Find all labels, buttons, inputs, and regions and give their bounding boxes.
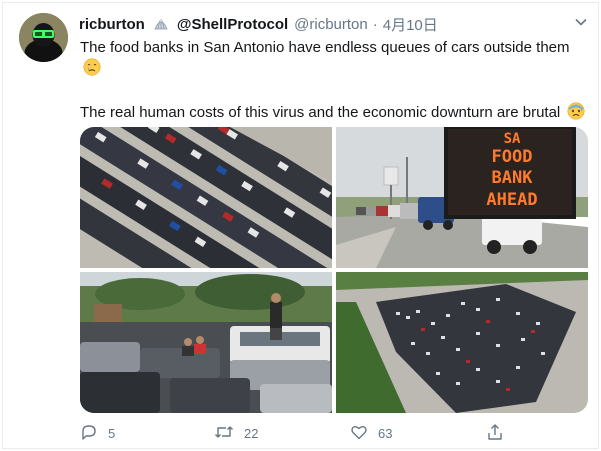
heart-icon	[350, 423, 378, 444]
like-button[interactable]: 63	[350, 423, 392, 444]
shell-icon	[153, 16, 169, 32]
secondary-name[interactable]: @ShellProtocol	[177, 16, 288, 33]
share-button[interactable]	[486, 423, 514, 444]
sign-line-3: BANK	[492, 168, 534, 188]
tweet-header: ricburton @ShellProtocol @ricburton · 4月…	[79, 14, 584, 34]
tweet-actions: 5 22 63	[80, 423, 510, 443]
retweet-button[interactable]: 22	[214, 423, 258, 444]
photo-aerial-cars-lot[interactable]	[80, 127, 332, 268]
chevron-down-icon[interactable]	[574, 15, 588, 29]
photo-people-in-queue[interactable]	[80, 272, 332, 413]
crying-face-icon	[83, 58, 101, 82]
sign-line-1: SA	[504, 131, 521, 147]
photo-food-bank-sign[interactable]: SA FOOD BANK AHEAD	[336, 127, 588, 268]
sign-line-4: AHEAD	[486, 190, 537, 210]
reply-count: 5	[108, 426, 116, 441]
anxious-face-with-sweat-icon	[567, 102, 585, 126]
retweet-icon	[214, 423, 244, 444]
tweet-card[interactable]: ricburton @ShellProtocol @ricburton · 4月…	[2, 2, 599, 449]
photo-aerial-lot-grass[interactable]	[336, 272, 588, 413]
display-name[interactable]: ricburton	[79, 16, 145, 33]
tweet-text: The food banks in San Antonio have endle…	[80, 38, 590, 126]
like-count: 63	[378, 426, 393, 441]
retweet-count: 22	[244, 426, 259, 441]
media-grid: SA FOOD BANK AHEAD	[80, 127, 588, 413]
reply-icon	[80, 423, 108, 444]
separator-dot: ·	[372, 15, 378, 33]
share-icon	[486, 423, 514, 444]
tweet-date[interactable]: 4月10日	[383, 14, 438, 35]
avatar[interactable]	[19, 13, 68, 62]
user-handle[interactable]: @ricburton	[294, 16, 368, 33]
tweet-text-line-2: The real human costs of this virus and t…	[80, 104, 561, 121]
reply-button[interactable]: 5	[80, 423, 115, 444]
sign-line-2: FOOD	[492, 147, 533, 167]
tweet-text-line-1: The food banks in San Antonio have endle…	[80, 39, 570, 56]
